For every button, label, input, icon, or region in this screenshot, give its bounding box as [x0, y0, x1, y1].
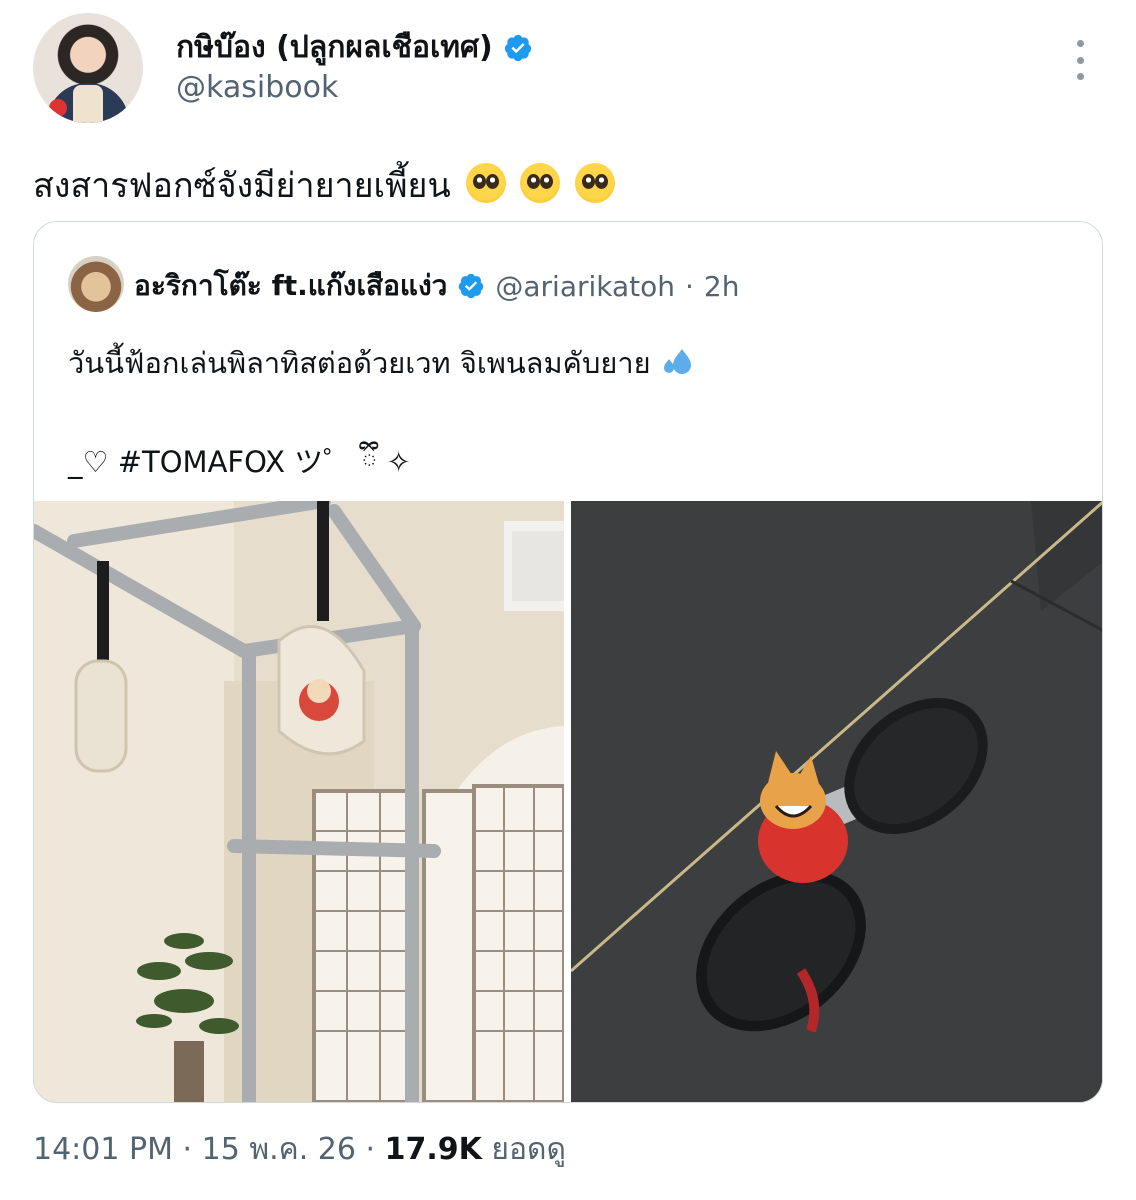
author-name-row: กษิบ๊อง (ปลูกผลเชือเทศ): [176, 24, 533, 71]
quoted-text-body: วันนี้ฟ้อกเล่นพิลาทิสต่อด้วยเวท จิเพนลมค…: [68, 346, 651, 380]
more-options-icon[interactable]: [1072, 40, 1088, 80]
tweet-text: สงสารฟอกซ์จังมีย่ายายเพี้ยน: [33, 158, 616, 212]
quoted-age[interactable]: 2h: [704, 270, 740, 303]
quoted-handle[interactable]: @ariarikatoh: [495, 270, 675, 303]
pleading-face-emoji: [465, 163, 506, 203]
tweet-time[interactable]: 14:01 PM: [33, 1132, 173, 1167]
dumbbell-photo[interactable]: [571, 501, 1102, 1102]
more-dot: [1076, 56, 1084, 64]
meta-separator: ·: [182, 1132, 193, 1167]
meta-separator: ·: [365, 1132, 376, 1167]
tweet-body: สงสารฟอกซ์จังมีย่ายายเพี้ยน: [33, 166, 451, 206]
more-dot: [1076, 73, 1084, 80]
avatar-shirt: [73, 85, 103, 123]
quoted-header: อะริกาโต๊ะ ft.แก๊งเสือแง่ว @ariarikatoh …: [134, 264, 739, 308]
quoted-author-avatar[interactable]: [68, 256, 124, 312]
tweet-date[interactable]: 15 พ.ค. 26: [202, 1132, 356, 1167]
quoted-tweet-card[interactable]: อะริกาโต๊ะ ft.แก๊งเสือแง่ว @ariarikatoh …: [33, 221, 1103, 1103]
author-avatar[interactable]: [33, 13, 143, 123]
quoted-display-name[interactable]: อะริกาโต๊ะ ft.แก๊งเสือแง่ว: [134, 264, 447, 308]
more-dot: [1076, 40, 1084, 47]
avatar-logo: [49, 99, 67, 117]
dumbbell-illustration: [571, 501, 1102, 1102]
pilates-frame-photo[interactable]: [34, 501, 564, 1102]
verified-badge-icon: [504, 34, 531, 61]
sweat-droplets-icon: [663, 349, 691, 374]
pleading-face-emoji: [520, 163, 561, 203]
author-handle[interactable]: @kasibook: [176, 70, 338, 105]
quoted-text-line2: _♡ #TOMAFOX ツ゜ ྀི ✧: [68, 445, 411, 479]
quoted-text-line1: วันนี้ฟ้อกเล่นพิลาทิสต่อด้วยเวท จิเพนลมค…: [68, 340, 694, 386]
pleading-face-emoji: [575, 163, 616, 203]
tweet-metadata: 14:01 PM · 15 พ.ค. 26 · 17.9K ยอดดู: [33, 1126, 566, 1173]
verified-badge-icon: [459, 273, 484, 299]
view-count-label: ยอดดู: [491, 1132, 566, 1167]
author-display-name[interactable]: กษิบ๊อง (ปลูกผลเชือเทศ): [176, 24, 493, 71]
pilates-frame-illustration: [34, 501, 564, 1102]
quoted-separator: ·: [685, 269, 694, 303]
view-count[interactable]: 17.9K: [385, 1132, 482, 1167]
